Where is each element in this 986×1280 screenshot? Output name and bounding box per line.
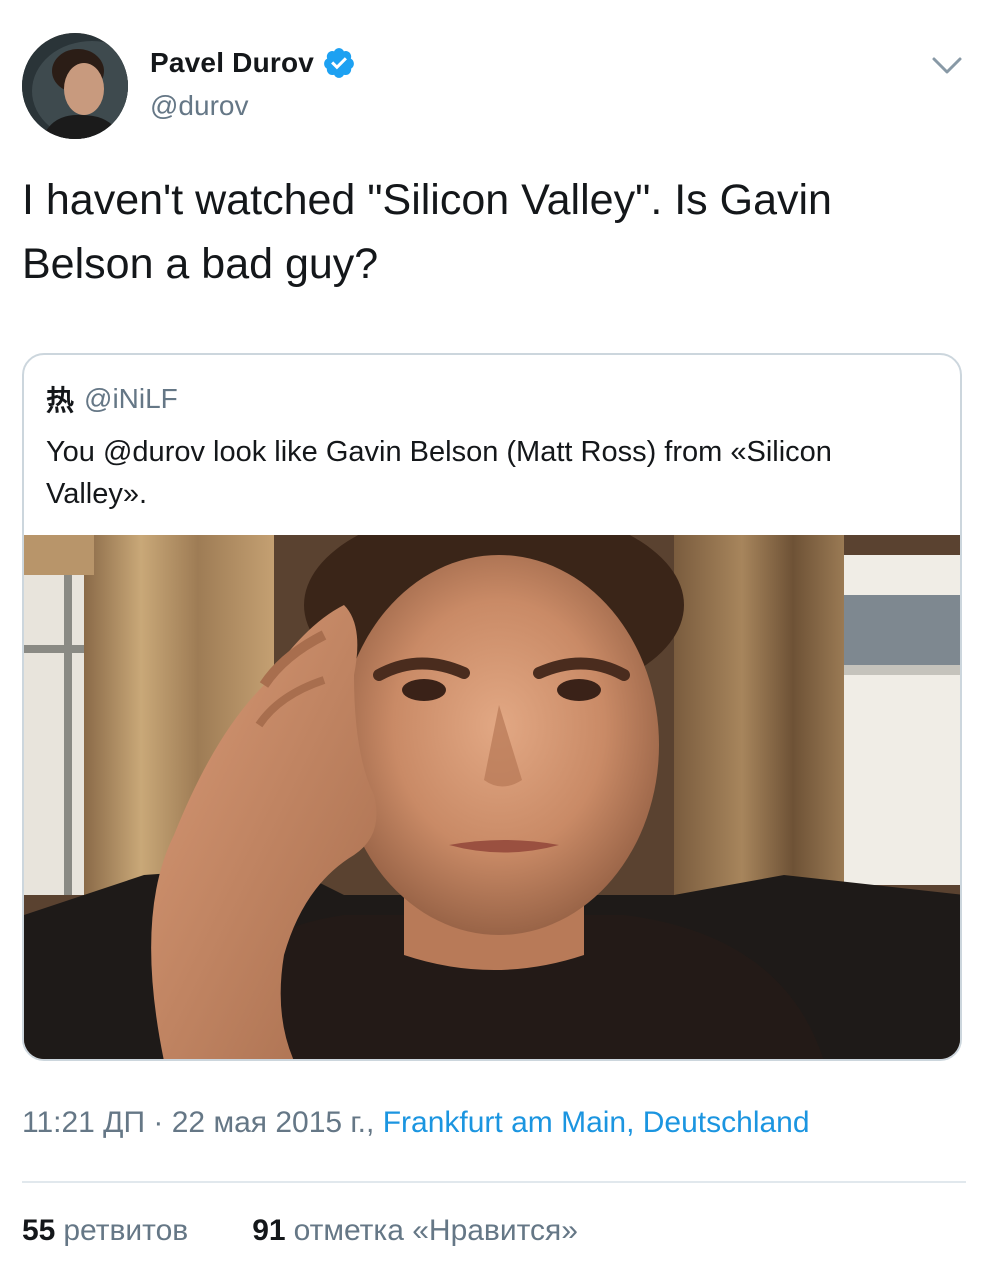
tweet-time[interactable]: 11:21 ДП (22, 1106, 145, 1139)
display-name[interactable]: Pavel Durov (150, 47, 314, 79)
quote-header: 热 @iNiLF (46, 379, 178, 419)
author-name-row[interactable]: Pavel Durov (150, 46, 356, 80)
likes-label: отметка «Нравится» (293, 1214, 578, 1247)
author-handle[interactable]: @durov (150, 90, 248, 122)
tweet-date[interactable]: 22 мая 2015 г., (172, 1106, 375, 1139)
divider (22, 1181, 966, 1183)
tweet-meta: 11:21 ДП · 22 мая 2015 г., Frankfurt am … (22, 1106, 810, 1140)
retweets-stat[interactable]: 55 ретвитов (22, 1214, 188, 1248)
tweet-location-link[interactable]: Frankfurt am Main, Deutschland (383, 1106, 810, 1139)
retweets-count: 55 (22, 1214, 56, 1247)
quoted-tweet-card[interactable]: 热 @iNiLF You @durov look like Gavin Bels… (22, 353, 962, 1061)
retweets-label: ретвитов (63, 1214, 189, 1247)
likes-count: 91 (252, 1214, 286, 1247)
selfie-photo[interactable] (24, 535, 960, 1059)
quote-text: You @durov look like Gavin Belson (Matt … (46, 436, 832, 510)
quote-author-name: 热 (46, 385, 75, 416)
meta-separator: · (145, 1106, 172, 1139)
chevron-down-icon[interactable] (930, 50, 964, 80)
tweet-text: I haven't watched "Silicon Valley". Is G… (22, 176, 832, 288)
avatar[interactable] (22, 33, 128, 139)
photo-image (24, 535, 960, 1059)
tweet-stats: 55 ретвитов 91 отметка «Нравится» (22, 1214, 578, 1248)
quote-author-handle: @iNiLF (84, 383, 178, 414)
avatar-image (22, 33, 128, 139)
verified-badge-icon (324, 48, 354, 78)
likes-stat[interactable]: 91 отметка «Нравится» (252, 1214, 578, 1248)
